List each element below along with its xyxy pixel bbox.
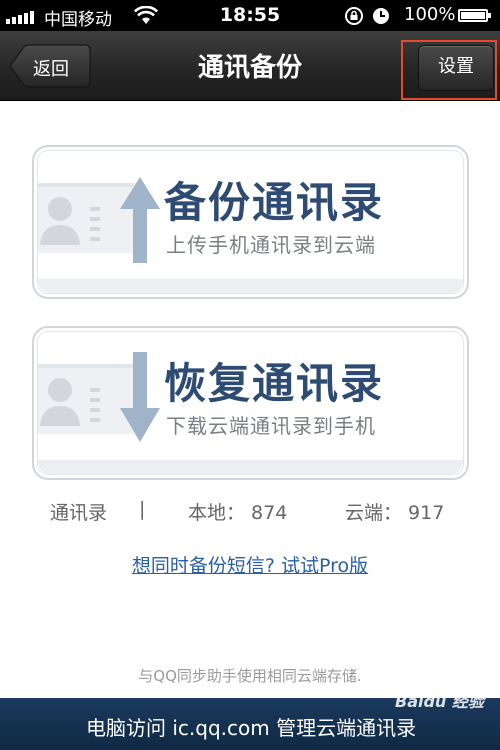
card-shade: [38, 460, 463, 474]
backup-contacts-button[interactable]: 备份通讯录 上传手机通讯录到云端: [32, 145, 469, 299]
restore-contacts-button[interactable]: 恢复通讯录 下载云端通讯录到手机: [32, 326, 469, 480]
contact-upload-icon: [38, 177, 160, 263]
settings-button[interactable]: 设置: [418, 45, 494, 91]
contacts-stats: 通讯录 | 本地： 874 云端： 917: [0, 498, 500, 524]
stats-label: 通讯录: [50, 502, 108, 524]
card-shade: [38, 279, 463, 293]
nav-bar: 返回 通讯备份 设置: [0, 31, 500, 101]
footer-note: 与QQ同步助手使用相同云端存储.: [138, 667, 362, 685]
rotation-lock-icon: [345, 7, 363, 25]
banner-text: 电脑访问 ic.qq.com 管理云端通讯录: [86, 716, 417, 740]
pro-version-link[interactable]: 想同时备份短信? 试试Pro版: [0, 551, 500, 578]
restore-subtitle: 下载云端通讯录到手机: [166, 414, 376, 438]
watermark: Baidu 经验: [395, 692, 484, 711]
backup-title: 备份通讯录: [164, 178, 385, 227]
stats-separator: |: [139, 498, 146, 520]
contact-download-icon: [38, 352, 160, 442]
battery-percent: 100%: [404, 4, 456, 25]
battery-icon: [458, 9, 491, 22]
backup-subtitle: 上传手机通讯录到云端: [166, 233, 376, 257]
status-bar: 中国移动 18:55 100%: [0, 0, 500, 31]
cloud-count: 云端： 917: [345, 502, 445, 524]
restore-title: 恢复通讯录: [164, 359, 385, 408]
local-count: 本地： 874: [188, 502, 288, 524]
alarm-icon: [373, 8, 389, 24]
